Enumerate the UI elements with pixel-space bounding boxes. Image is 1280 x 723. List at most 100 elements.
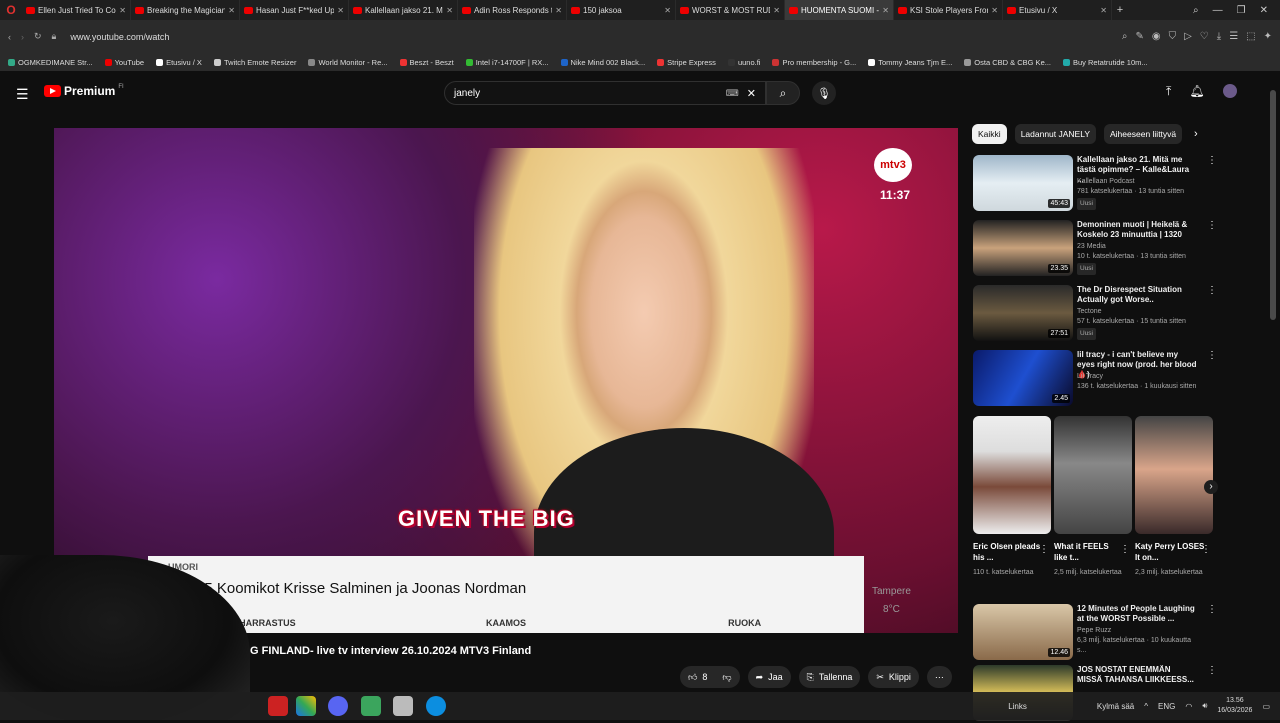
bookmark-item[interactable]: Beszt - Beszt [399, 58, 454, 67]
chip-all[interactable]: Kaikki [972, 124, 1007, 144]
more-options-icon[interactable]: ⋮ [1207, 155, 1217, 166]
chip-related[interactable]: Aiheeseen liittyvä [1104, 124, 1183, 144]
recommendation-title[interactable]: Demoninen muoti | Heikelä & Koskelo 23 m… [1077, 220, 1197, 240]
short-thumbnail[interactable] [1135, 416, 1213, 534]
short-title[interactable]: What it FEELS like t... [1054, 541, 1124, 563]
taskbar-app-icon[interactable] [268, 696, 288, 716]
short-thumbnail[interactable] [973, 416, 1051, 534]
play-icon[interactable]: ▷ [1184, 31, 1192, 42]
save-button[interactable]: ⎘ Tallenna [798, 666, 861, 688]
close-tab-icon[interactable]: ✕ [555, 6, 562, 15]
chip-uploader[interactable]: Ladannut JANELY [1014, 124, 1096, 144]
bookmark-item[interactable]: Pro membership - G... [772, 58, 856, 67]
share-button[interactable]: ➦ Jaa [747, 666, 791, 688]
close-tab-icon[interactable]: ✕ [119, 6, 126, 15]
more-options-icon[interactable]: ⋮ [1207, 604, 1217, 615]
recommendation-title[interactable]: JOS NOSTAT ENEMMÄN MISSÄ TAHANSA LIIKKEE… [1077, 665, 1197, 685]
browser-tab[interactable]: Ellen Just Tried To Come✕ [22, 0, 131, 20]
channel-name[interactable]: Kallellaan Podcast [1077, 177, 1201, 187]
shield-icon[interactable]: ⛉ [1169, 31, 1177, 42]
recommendation-item[interactable]: 27:51 The Dr Disrespect Situation Actuall… [973, 285, 1217, 343]
recommendation-item[interactable]: 12.46 12 Minutes of People Laughing at th… [973, 604, 1217, 662]
extensions-icon[interactable]: ⬚ [1246, 31, 1255, 42]
close-tab-icon[interactable]: ✕ [337, 6, 344, 15]
close-tab-icon[interactable]: ✕ [991, 6, 998, 15]
chevron-right-icon[interactable]: › [1194, 128, 1198, 140]
browser-tab[interactable]: WORST & MOST RUDE C✕ [676, 0, 785, 20]
back-icon[interactable]: ‹ [8, 32, 11, 42]
bookmark-item[interactable]: uuno.fi [727, 58, 760, 67]
short-thumbnail[interactable] [1054, 416, 1132, 534]
clear-search-icon[interactable]: ✕ [747, 87, 756, 100]
weather-label[interactable]: Kylmä sää [1097, 702, 1134, 711]
scrollbar[interactable] [1270, 90, 1276, 320]
recommendation-title[interactable]: 12 Minutes of People Laughing at the WOR… [1077, 604, 1197, 624]
close-tab-icon[interactable]: ✕ [773, 6, 780, 15]
channel-name[interactable]: Pepe Ruzz [1077, 626, 1201, 636]
avatar[interactable] [1222, 84, 1237, 98]
bookmark-item[interactable]: YouTube [104, 58, 144, 67]
youtube-logo[interactable]: Premium FI [44, 84, 124, 98]
short-title[interactable]: Eric Olsen pleads his ... [973, 541, 1043, 563]
short-more-icon[interactable]: ⋮ [1201, 544, 1211, 555]
upload-icon[interactable]: ⤒ [1166, 84, 1171, 99]
short-title[interactable]: Katy Perry LOSES It on... [1135, 541, 1205, 563]
channel-name[interactable]: Tectone [1077, 307, 1201, 317]
ai-icon[interactable]: ✦ [1264, 31, 1272, 42]
browser-tab[interactable]: KSI Stole Players From S✕ [894, 0, 1003, 20]
bookmark-item[interactable]: OGMKEDIMANE Str... [8, 58, 93, 67]
edge-icon[interactable] [426, 696, 446, 716]
new-tab-button[interactable]: + [1112, 4, 1128, 16]
video-thumbnail[interactable]: 45:43 [973, 155, 1073, 211]
recommendation-item[interactable]: 2.45 lil tracy - i can't believe my eyes … [973, 350, 1217, 408]
channel-name[interactable]: Lil Tracy [1077, 372, 1201, 382]
taskbar-app-icon[interactable] [361, 696, 381, 716]
menu-icon[interactable]: ☰ [1229, 31, 1238, 42]
more-options-icon[interactable]: ⋮ [1207, 665, 1217, 676]
forward-icon[interactable]: › [21, 32, 24, 42]
notifications-bell-icon[interactable]: 🔔︎ [1189, 84, 1204, 99]
video-thumbnail[interactable]: 23.35 [973, 220, 1073, 276]
more-options-icon[interactable]: ⋮ [1207, 350, 1217, 361]
clip-button[interactable]: ✂ Klippi [868, 666, 919, 688]
search-tabs-icon[interactable]: ⌕ [1193, 5, 1199, 16]
more-options-icon[interactable]: ⋮ [1207, 220, 1217, 231]
camera-icon[interactable]: ◉ [1152, 31, 1161, 42]
download-icon[interactable]: ⤓ [1217, 31, 1221, 42]
browser-tab[interactable]: Kallellaan jakso 21. Mit ✕ [349, 0, 458, 20]
bookmark-item[interactable]: Etusivu / X [156, 58, 202, 67]
opera-logo-icon[interactable]: O [0, 0, 22, 20]
short-more-icon[interactable]: ⋮ [1120, 544, 1130, 555]
discord-icon[interactable] [328, 696, 348, 716]
short-more-icon[interactable]: ⋮ [1039, 544, 1049, 555]
bookmark-item[interactable]: World Monitor - Re... [308, 58, 388, 67]
more-options-icon[interactable]: ⋮ [1207, 285, 1217, 296]
bookmark-item[interactable]: Stripe Express [657, 58, 716, 67]
volume-icon[interactable]: 🔊︎ [1202, 701, 1207, 711]
minimize-button[interactable]: — [1213, 5, 1223, 16]
recommendation-item[interactable]: 23.35 Demoninen muoti | Heikelä & Koskelo… [973, 220, 1217, 278]
edit-icon[interactable]: ✎ [1135, 31, 1143, 42]
close-tab-icon[interactable]: ✕ [228, 6, 235, 15]
links-label[interactable]: Links [1008, 702, 1027, 711]
bookmark-item[interactable]: Buy Retatrutide 10m... [1063, 58, 1148, 67]
voice-search-icon[interactable]: 🎙︎ [812, 81, 836, 105]
browser-tab[interactable]: Breaking the Magician's ✕ [131, 0, 240, 20]
tray-chevron-icon[interactable]: ^ [1144, 702, 1148, 711]
close-window-button[interactable]: ✕ [1260, 5, 1268, 16]
browser-tab[interactable]: Adin Ross Responds to G✕ [458, 0, 567, 20]
bookmark-item[interactable]: Twitch Emote Resizer [213, 58, 296, 67]
taskbar-clock[interactable]: 13.56 16/03/2026 [1217, 696, 1252, 716]
notifications-icon[interactable]: ▭ [1262, 702, 1270, 711]
dislike-icon[interactable]: 👎︎ [722, 672, 731, 683]
taskbar-app-icon[interactable] [393, 696, 413, 716]
video-thumbnail[interactable]: 27:51 [973, 285, 1073, 341]
like-icon[interactable]: 👍︎ [688, 672, 697, 683]
bookmark-item[interactable]: Tommy Jeans Tjm E... [868, 58, 952, 67]
recommendation-title[interactable]: The Dr Disrespect Situation Actually got… [1077, 285, 1197, 305]
wifi-icon[interactable]: ◠ [1185, 702, 1192, 711]
heart-icon[interactable]: ♡ [1200, 31, 1209, 42]
close-tab-icon[interactable]: ✕ [1100, 6, 1107, 15]
search-icon[interactable]: ⌕ [1122, 31, 1128, 42]
search-input[interactable]: janely ⌨ ✕ [444, 81, 766, 105]
